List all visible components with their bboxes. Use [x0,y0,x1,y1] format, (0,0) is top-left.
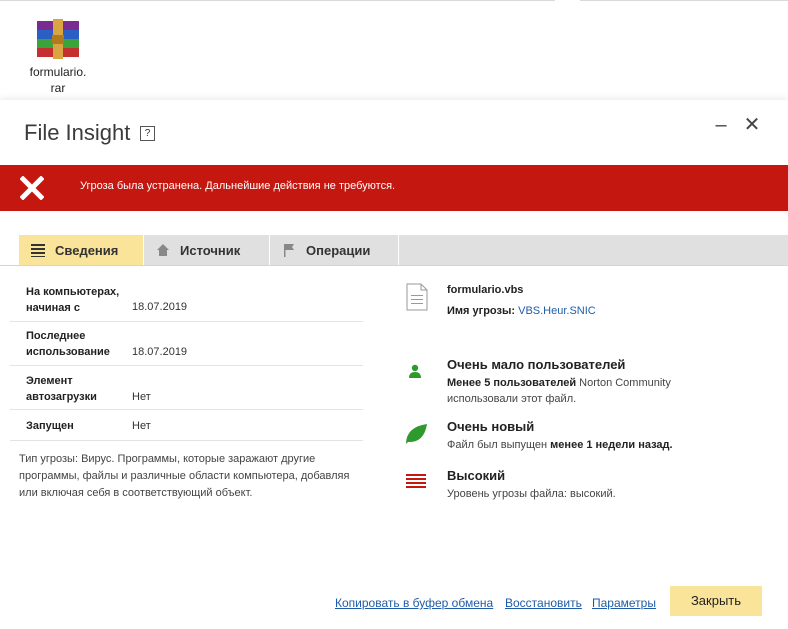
tab-details[interactable]: Сведения [19,235,143,265]
threat-name-line: Имя угрозы: VBS.Heur.SNIC [447,303,596,319]
settings-link[interactable]: Параметры [592,596,656,610]
details-row: Запущен Нет [10,409,363,441]
leaf-icon [406,424,427,444]
panel-divider [0,265,788,266]
age-prefix: Файл был выпущен [447,439,551,451]
threat-description-line: программы, файлы и различные области ком… [19,470,350,482]
details-label: Последнее использование [26,328,110,360]
details-label: На компьютерах, начиная с [26,284,119,316]
desktop: formulario. rar [0,0,788,100]
flag-icon [284,244,294,257]
users-count: Менее 5 пользователей [447,377,577,389]
details-value: 18.07.2019 [132,301,188,313]
desktop-divider [0,0,555,1]
user-icon [409,364,421,378]
age-value: менее 1 недели назад. [550,439,673,451]
details-label-line: На компьютерах, [26,286,120,298]
threat-name-label: Имя угрозы: [447,305,516,317]
list-icon [31,244,45,257]
help-icon[interactable]: ? [140,126,155,141]
red-x-icon [20,176,44,200]
age-line: Файл был выпущен менее 1 недели назад. [447,437,673,453]
details-row: На компьютерах, начиная с 18.07.2019 [10,277,363,322]
threat-description-line: Тип угрозы: Вирус. Программы, которые за… [19,453,316,465]
details-label-line: начиная с [26,302,80,314]
users-title: Очень мало пользователей [447,357,626,372]
desktop-file-label[interactable]: formulario. rar [18,64,98,96]
details-label-line: автозагрузки [26,391,97,403]
risk-line: Уровень угрозы файла: высокий. [447,488,616,500]
details-row: Последнее использование 18.07.2019 [10,321,363,366]
details-row: Элемент автозагрузки Нет [10,365,363,410]
close-button[interactable]: Закрыть [670,586,762,616]
risk-title: Высокий [447,468,506,483]
restore-link[interactable]: Восстановить [505,596,582,610]
desktop-divider [580,0,788,1]
desktop-file-label-line: formulario. [29,65,87,79]
threat-description-line: или включая себя в соответствующий объек… [19,487,253,499]
age-title: Очень новый [447,419,535,434]
users-line-2: использовали этот файл. [447,393,577,405]
details-label-line: Элемент [26,375,73,387]
tab-bar: Сведения Источник Операции [19,235,788,265]
details-value: Нет [132,420,151,432]
file-name: formulario.vbs [447,284,524,296]
tab-separator [398,235,399,265]
details-label-line: использование [26,346,110,358]
tab-label: Операции [306,242,371,258]
users-line: Менее 5 пользователей Norton Community [447,375,671,391]
details-label: Элемент автозагрузки [26,373,97,405]
details-label-line: Запущен [26,420,74,432]
threat-name-link[interactable]: VBS.Heur.SNIC [518,305,596,317]
details-value: Нет [132,391,151,403]
window-title: File Insight [24,120,131,145]
minimize-button[interactable]: – [710,114,732,136]
winrar-archive-icon[interactable] [35,17,81,61]
tab-label: Сведения [55,242,119,258]
tab-label: Источник [180,242,241,258]
close-window-button[interactable]: ✕ [741,114,763,136]
desktop-file-label-line: rar [50,81,66,95]
file-insight-window: File Insight ? – ✕ Угроза была устранена… [0,100,788,629]
users-community: Norton Community [576,377,671,389]
details-label-line: Последнее [26,330,86,342]
tab-source[interactable]: Источник [144,235,269,265]
file-document-icon [406,283,428,311]
threat-description: Тип угрозы: Вирус. Программы, которые за… [19,451,379,502]
threat-level-bars-icon [406,474,426,488]
details-value: 18.07.2019 [132,346,188,358]
threat-banner: Угроза была устранена. Дальнейшие действ… [0,165,788,211]
tab-operations[interactable]: Операции [270,235,398,265]
home-icon [157,244,169,256]
copy-to-clipboard-link[interactable]: Копировать в буфер обмена [335,596,493,610]
details-label: Запущен [26,418,74,434]
banner-text: Угроза была устранена. Дальнейшие действ… [80,180,396,192]
